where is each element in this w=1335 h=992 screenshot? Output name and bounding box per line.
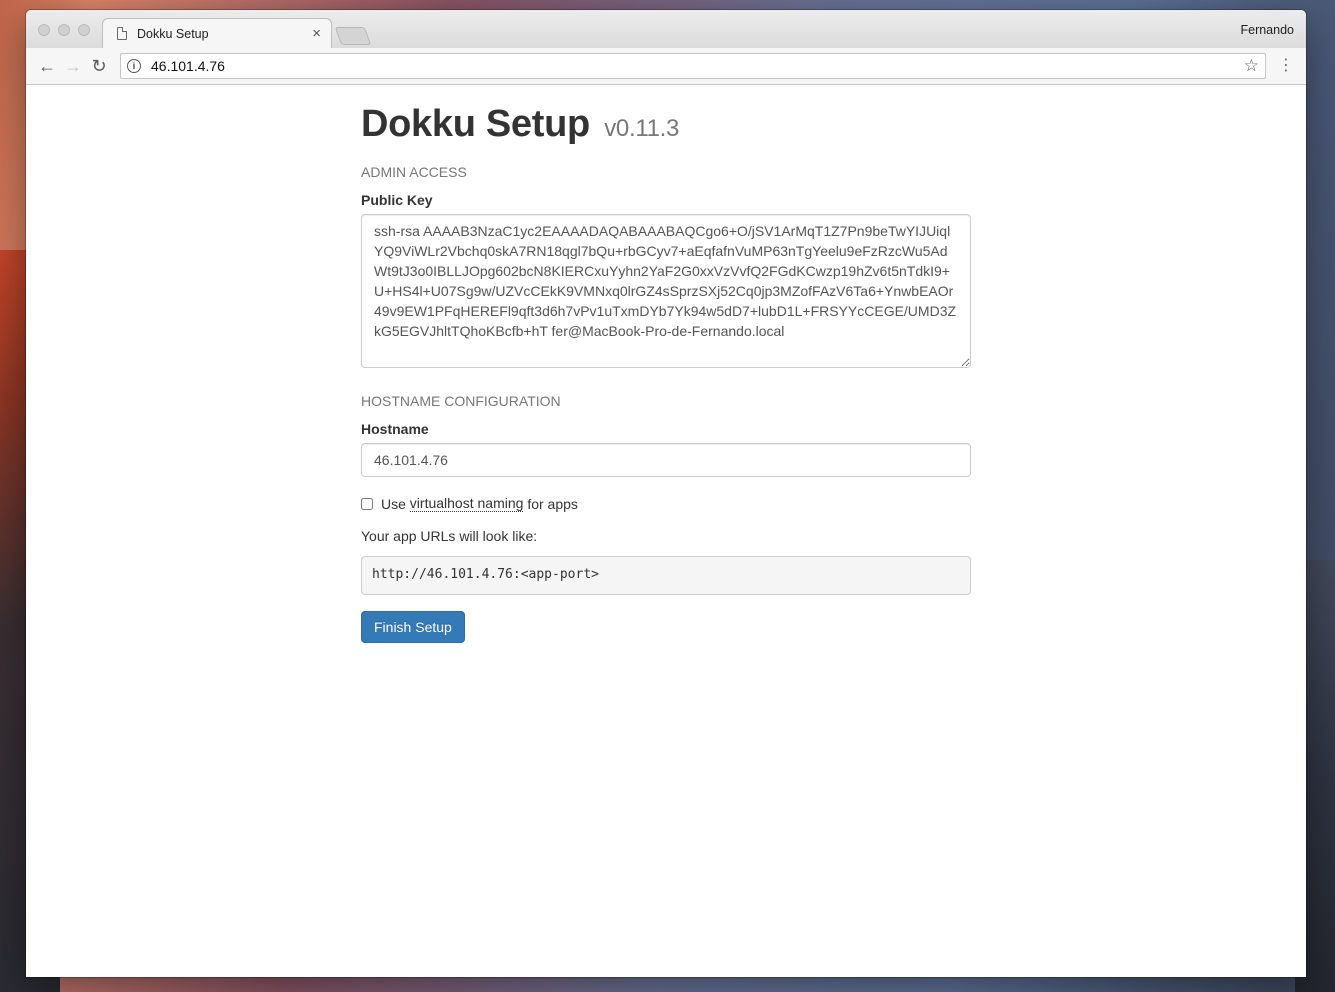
title-bar: Dokku Setup × Fernando xyxy=(26,10,1306,48)
url-preview: http://46.101.4.76:<app-port> xyxy=(361,556,971,595)
vhost-checkbox[interactable] xyxy=(361,497,373,510)
hostname-label: Hostname xyxy=(361,421,429,437)
public-key-label: Public Key xyxy=(361,192,433,208)
hostname-input[interactable] xyxy=(361,443,971,477)
document-icon xyxy=(117,27,127,40)
browser-toolbar: ← → ↻ i 46.101.4.76 ☆ ⋮ xyxy=(26,48,1306,85)
finish-setup-button[interactable]: Finish Setup xyxy=(361,611,465,643)
minimize-window-button[interactable] xyxy=(58,24,70,36)
close-tab-icon[interactable]: × xyxy=(312,25,321,42)
vhost-prefix: Use xyxy=(381,495,406,512)
admin-access-heading: ADMIN ACCESS xyxy=(361,164,467,180)
close-window-button[interactable] xyxy=(38,24,50,36)
hostname-configuration-heading: HOSTNAME CONFIGURATION xyxy=(361,393,561,409)
bookmark-star-icon[interactable]: ☆ xyxy=(1244,56,1259,76)
tab-title: Dokku Setup xyxy=(137,26,209,41)
forward-arrow-icon[interactable]: → xyxy=(60,53,86,79)
browser-menu-icon[interactable]: ⋮ xyxy=(1274,58,1298,74)
browser-window: Dokku Setup × Fernando ← → ↻ i 46.101.4.… xyxy=(26,10,1306,977)
vhost-option: Use virtualhost naming for apps xyxy=(361,495,971,512)
version-label: v0.11.3 xyxy=(604,115,680,142)
reload-icon[interactable]: ↻ xyxy=(86,53,112,79)
url-text[interactable]: 46.101.4.76 xyxy=(151,58,1244,74)
virtualhost-naming-abbr: virtualhost naming xyxy=(409,495,524,512)
back-arrow-icon[interactable]: ← xyxy=(34,53,60,79)
window-controls xyxy=(38,24,90,36)
vhost-suffix: for apps xyxy=(527,495,578,512)
tab-dokku-setup[interactable]: Dokku Setup × xyxy=(102,18,332,48)
profile-name[interactable]: Fernando xyxy=(1240,23,1294,37)
page-title-text: Dokku Setup xyxy=(361,103,590,145)
setup-form: Dokku Setup v0.11.3 ADMIN ACCESS Public … xyxy=(361,103,971,643)
page-content: Dokku Setup v0.11.3 ADMIN ACCESS Public … xyxy=(26,85,1306,977)
info-icon[interactable]: i xyxy=(127,59,141,73)
url-preview-note: Your app URLs will look like: xyxy=(361,528,538,544)
new-tab-button[interactable] xyxy=(334,27,372,45)
address-bar[interactable]: i 46.101.4.76 ☆ xyxy=(120,53,1266,79)
public-key-textarea[interactable]: ssh-rsa AAAAB3NzaC1yc2EAAAADAQABAAABAQCg… xyxy=(361,214,971,368)
zoom-window-button[interactable] xyxy=(78,24,90,36)
page-title: Dokku Setup v0.11.3 xyxy=(361,103,971,146)
